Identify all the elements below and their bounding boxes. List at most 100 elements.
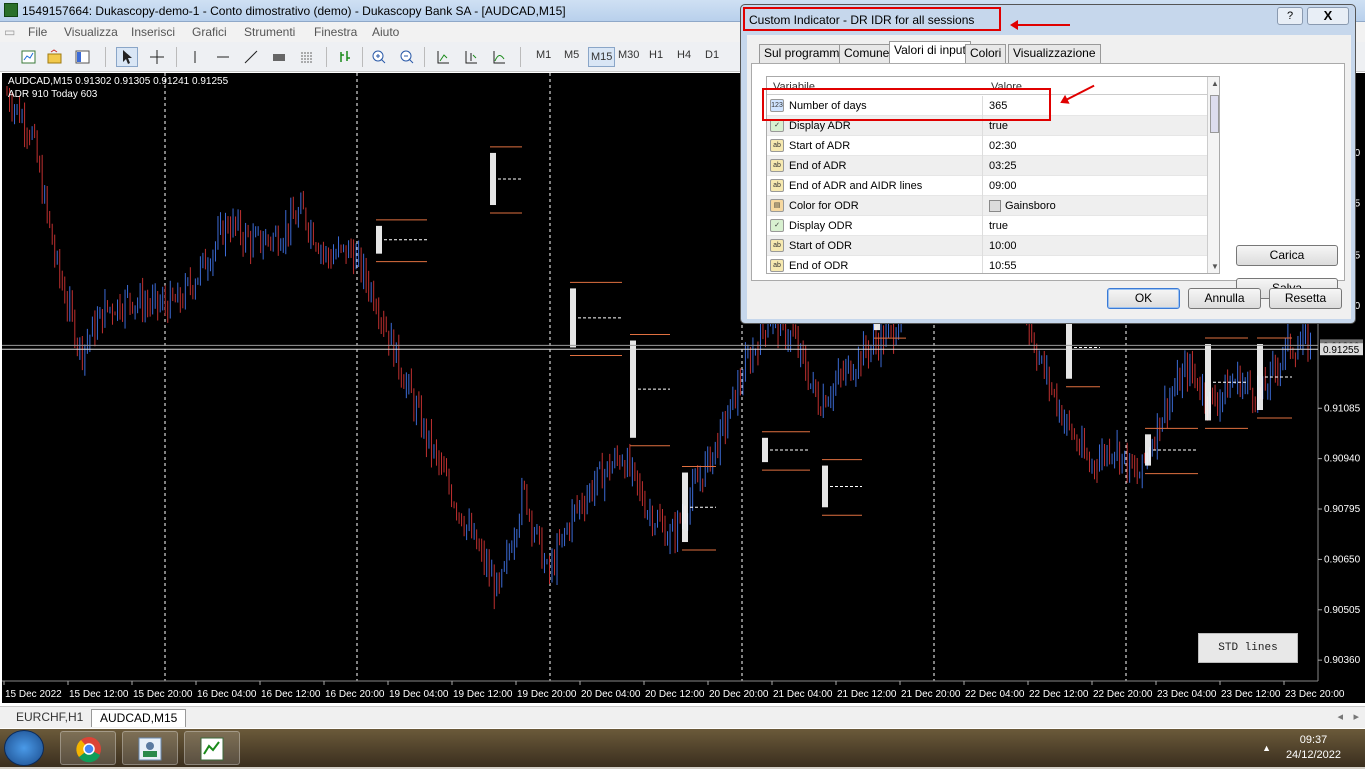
scroll-thumb[interactable] bbox=[1210, 95, 1219, 133]
annotation-box-title bbox=[743, 7, 1001, 31]
tray-arrow-icon[interactable]: ▲ bbox=[1262, 743, 1271, 753]
input-value[interactable]: 10:00 bbox=[989, 240, 1017, 252]
menu-charts[interactable]: Grafici bbox=[192, 25, 227, 39]
input-row[interactable]: ab Start of ADR 02:30 bbox=[767, 136, 1207, 156]
chrome-icon bbox=[76, 737, 101, 763]
input-value[interactable]: true bbox=[989, 220, 1008, 232]
cursor-icon[interactable] bbox=[116, 47, 138, 67]
load-button[interactable]: Carica bbox=[1236, 245, 1338, 266]
tab-audcad[interactable]: AUDCAD,M15 bbox=[91, 709, 187, 727]
string-icon: ab bbox=[770, 159, 784, 172]
input-name: Start of ODR bbox=[789, 240, 852, 252]
reset-button[interactable]: Resetta bbox=[1269, 288, 1342, 309]
y-tick-label: 0.90795 bbox=[1324, 504, 1361, 515]
x-tick-label: 19 Dec 12:00 bbox=[453, 689, 513, 700]
boolean-icon: ✓ bbox=[770, 219, 784, 232]
x-tick-label: 19 Dec 04:00 bbox=[389, 689, 449, 700]
contacts-taskbar-button[interactable] bbox=[122, 731, 178, 765]
window-title: 1549157664: Dukascopy-demo-1 - Conto dim… bbox=[22, 4, 566, 18]
session-box bbox=[490, 152, 496, 206]
menu-file[interactable]: File bbox=[28, 25, 47, 39]
timeframe-m5[interactable]: M5 bbox=[564, 49, 579, 61]
input-value[interactable]: 10:55 bbox=[989, 260, 1017, 272]
x-tick-label: 15 Dec 12:00 bbox=[69, 689, 129, 700]
tab-scroll-right-icon[interactable]: ▸ bbox=[1353, 710, 1359, 723]
vertical-line-icon[interactable] bbox=[184, 47, 206, 67]
timeframe-d1[interactable]: D1 bbox=[705, 49, 719, 61]
x-tick-label: 19 Dec 20:00 bbox=[517, 689, 577, 700]
input-row[interactable]: ab End of ADR and AIDR lines 09:00 bbox=[767, 176, 1207, 196]
x-tick-label: 16 Dec 04:00 bbox=[197, 689, 257, 700]
profiles-icon[interactable] bbox=[44, 47, 66, 67]
ok-button[interactable]: OK bbox=[1107, 288, 1180, 309]
x-tick-label: 21 Dec 12:00 bbox=[837, 689, 897, 700]
session-box bbox=[570, 288, 576, 348]
input-name: Start of ADR bbox=[789, 140, 851, 152]
x-tick-label: 23 Dec 20:00 bbox=[1285, 689, 1345, 700]
timeframe-m1[interactable]: M1 bbox=[536, 49, 551, 61]
tab-scroll-left-icon[interactable]: ◂ bbox=[1337, 710, 1343, 723]
chart-shift-icon[interactable] bbox=[460, 47, 482, 67]
cancel-button[interactable]: Annulla bbox=[1188, 288, 1261, 309]
input-value[interactable]: 03:25 bbox=[989, 160, 1017, 172]
string-icon: ab bbox=[770, 179, 784, 192]
timeframe-m15[interactable]: M15 bbox=[588, 47, 616, 67]
help-button[interactable]: ? bbox=[1277, 7, 1303, 25]
tab-eurchf[interactable]: EURCHF,H1 bbox=[8, 709, 91, 727]
menu-insert[interactable]: Inserisci bbox=[131, 25, 175, 39]
tab-inputs[interactable]: Valori di input bbox=[889, 41, 971, 63]
tab-visualization[interactable]: Visualizzazione bbox=[1008, 44, 1101, 63]
horizontal-line-icon[interactable] bbox=[212, 47, 234, 67]
timeframe-h4[interactable]: H4 bbox=[677, 49, 691, 61]
clock-time: 09:37 bbox=[1299, 734, 1328, 746]
x-tick-label: 15 Dec 2022 bbox=[5, 689, 62, 700]
zoom-out-icon[interactable] bbox=[396, 47, 418, 67]
menu-doc-icon[interactable]: ▭ bbox=[4, 25, 15, 39]
tab-common[interactable]: Comune bbox=[839, 44, 895, 63]
system-clock[interactable]: 09:37 24/12/2022 bbox=[1286, 733, 1341, 763]
new-chart-icon[interactable] bbox=[18, 47, 40, 67]
timeframe-m30[interactable]: M30 bbox=[618, 49, 639, 61]
x-tick-label: 16 Dec 12:00 bbox=[261, 689, 321, 700]
auto-scroll-icon[interactable] bbox=[432, 47, 454, 67]
rectangle-icon[interactable] bbox=[268, 47, 290, 67]
y-tick-label: 0.90360 bbox=[1324, 655, 1361, 666]
start-button[interactable] bbox=[4, 730, 44, 766]
tab-about[interactable]: Sul programma bbox=[759, 44, 852, 63]
fibonacci-icon[interactable] bbox=[296, 47, 318, 67]
menu-window[interactable]: Finestra bbox=[314, 25, 357, 39]
indicators-icon[interactable] bbox=[488, 47, 510, 67]
input-row[interactable]: ✓ Display ODR true bbox=[767, 216, 1207, 236]
scroll-down-icon[interactable]: ▼ bbox=[1211, 262, 1219, 271]
x-tick-label: 20 Dec 12:00 bbox=[645, 689, 705, 700]
session-box bbox=[762, 437, 768, 463]
input-name: Display ADR bbox=[789, 120, 851, 132]
menu-help[interactable]: Aiuto bbox=[372, 25, 399, 39]
navigator-icon[interactable] bbox=[72, 47, 94, 67]
input-value[interactable]: 02:30 bbox=[989, 140, 1017, 152]
bar-chart-icon[interactable] bbox=[334, 47, 356, 67]
tab-colors[interactable]: Colori bbox=[965, 44, 1007, 63]
std-lines-button[interactable]: STD lines bbox=[1198, 633, 1298, 663]
input-value[interactable]: true bbox=[989, 120, 1008, 132]
color-swatch[interactable] bbox=[989, 200, 1001, 212]
annotation-arrow-title bbox=[1010, 20, 1070, 30]
menu-view[interactable]: Visualizza bbox=[64, 25, 118, 39]
grid-scrollbar[interactable]: ▲ ▼ bbox=[1207, 77, 1219, 273]
scroll-up-icon[interactable]: ▲ bbox=[1211, 79, 1219, 88]
menu-tools[interactable]: Strumenti bbox=[244, 25, 295, 39]
zoom-in-icon[interactable] bbox=[368, 47, 390, 67]
input-row[interactable]: ab End of ODR 10:55 bbox=[767, 256, 1207, 273]
y-tick-label: 0.90505 bbox=[1324, 605, 1361, 616]
close-button[interactable]: X bbox=[1307, 7, 1349, 25]
input-value[interactable]: 09:00 bbox=[989, 180, 1017, 192]
input-row[interactable]: ab Start of ODR 10:00 bbox=[767, 236, 1207, 256]
trendline-icon[interactable] bbox=[240, 47, 262, 67]
input-row[interactable]: ab End of ADR 03:25 bbox=[767, 156, 1207, 176]
terminal-taskbar-button[interactable] bbox=[184, 731, 240, 765]
input-row[interactable]: ▤ Color for ODR Gainsboro bbox=[767, 196, 1207, 216]
chrome-taskbar-button[interactable] bbox=[60, 731, 116, 765]
timeframe-h1[interactable]: H1 bbox=[649, 49, 663, 61]
input-value[interactable]: Gainsboro bbox=[1005, 200, 1056, 212]
crosshair-icon[interactable] bbox=[146, 47, 168, 67]
